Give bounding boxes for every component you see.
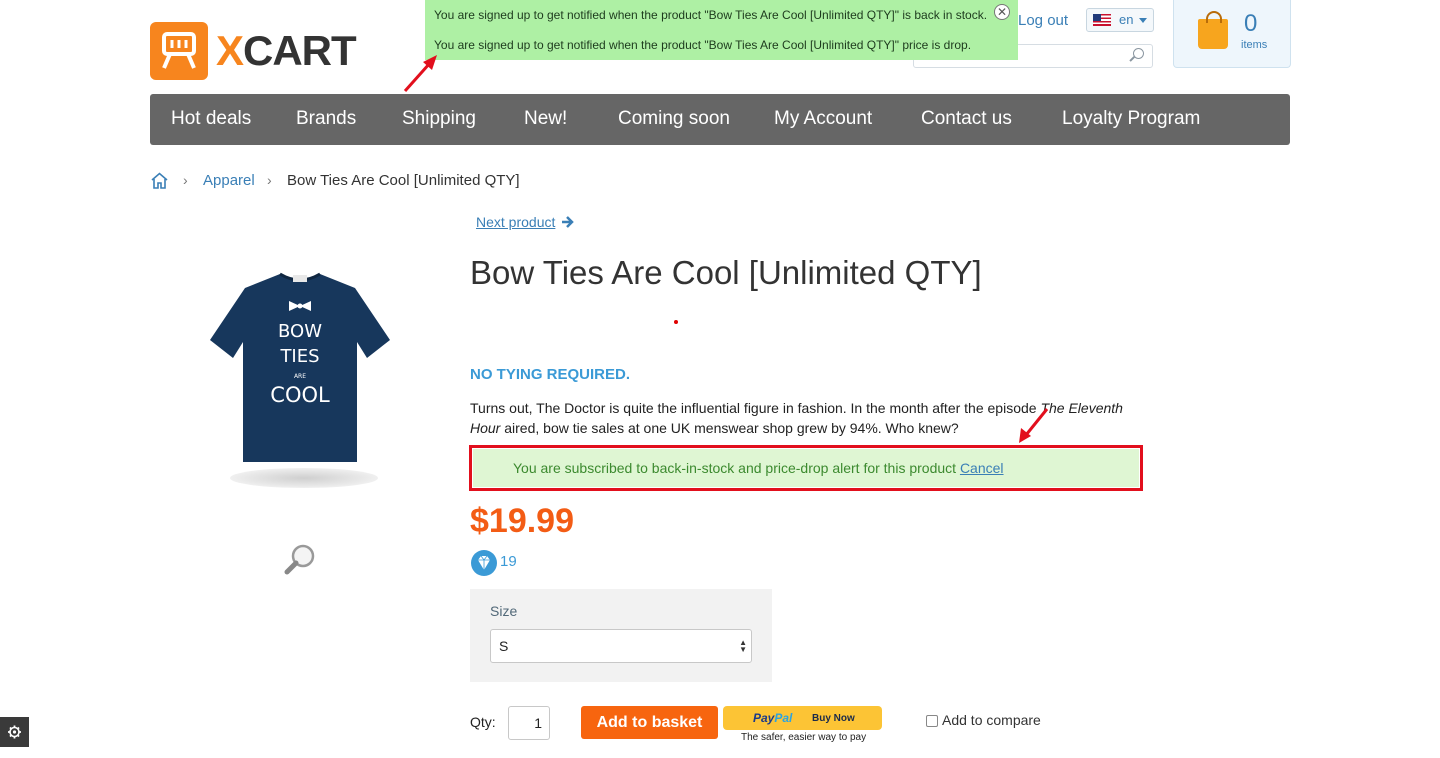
subscription-alert: You are subscribed to back-in-stock and … [473, 449, 1139, 487]
select-arrows-icon: ▲ ▼ [739, 638, 747, 654]
product-tagline: NO TYING REQUIRED. [470, 366, 631, 383]
minicart[interactable]: 0 items [1173, 0, 1291, 68]
cancel-subscription-link[interactable]: Cancel [960, 460, 1004, 476]
paypal-logo-pal: Pal [774, 711, 793, 725]
xcart-logo-icon[interactable] [150, 22, 208, 80]
size-value: S [499, 638, 509, 654]
product-price: $19.99 [470, 502, 574, 540]
paypal-buy-now-label: Buy Now [812, 713, 855, 724]
product-image-shadow [230, 468, 378, 488]
search-icon[interactable] [1133, 48, 1144, 59]
arrow-right-icon[interactable] [560, 214, 574, 230]
nav-item-contact-us[interactable]: Contact us [921, 108, 1012, 130]
home-icon[interactable] [150, 172, 169, 189]
close-icon[interactable]: ✕ [994, 4, 1010, 20]
shirt-text-ties: TIES [279, 346, 319, 367]
logout-link[interactable]: Log out [1018, 12, 1068, 29]
paypal-tagline: The safer, easier way to pay [741, 732, 867, 743]
shirt-text-cool: COOL [270, 383, 330, 407]
paypal-buy-now-button[interactable]: PayPal Buy Now [723, 706, 882, 730]
chevron-down-icon [1139, 18, 1147, 23]
nav-item-new[interactable]: New! [524, 108, 567, 130]
main-navigation: Hot deals Brands Shipping New! Coming so… [150, 94, 1290, 145]
subscription-alert-text: You are subscribed to back-in-stock and … [513, 460, 1004, 476]
zoom-magnifier-icon[interactable] [283, 542, 319, 578]
logo-text-rest: CART [243, 27, 357, 74]
qty-label: Qty: [470, 714, 496, 730]
language-selector[interactable]: en [1086, 8, 1154, 32]
logo-text[interactable]: XCART [216, 26, 357, 76]
breadcrumb-current: Bow Ties Are Cool [Unlimited QTY] [287, 172, 520, 189]
annotation-arrow-to-notification [403, 55, 437, 92]
settings-gear-icon[interactable] [0, 717, 29, 747]
nav-item-loyalty-program[interactable]: Loyalty Program [1062, 108, 1200, 130]
qty-input[interactable]: 1 [508, 706, 550, 740]
description-text-end: aired, bow tie sales at one UK menswear … [500, 420, 959, 436]
marker-dot [674, 320, 678, 324]
breadcrumb-separator: › [183, 172, 188, 188]
subscription-alert-message: You are subscribed to back-in-stock and … [513, 460, 960, 476]
logo-text-x: X [216, 27, 244, 74]
nav-item-my-account[interactable]: My Account [774, 108, 872, 130]
diamond-reward-icon [471, 550, 497, 576]
notification-back-in-stock: You are signed up to get notified when t… [434, 8, 988, 22]
cart-count: 0 [1244, 10, 1258, 37]
breadcrumb-separator: › [267, 172, 272, 188]
us-flag-icon [1093, 14, 1111, 26]
add-to-compare-checkbox[interactable] [926, 715, 938, 727]
breadcrumb-category[interactable]: Apparel [203, 172, 255, 189]
cart-items-label: items [1241, 39, 1268, 51]
nav-item-shipping[interactable]: Shipping [402, 108, 476, 130]
shirt-text-are: ARE [294, 373, 306, 380]
size-label: Size [490, 603, 518, 619]
shirt-text-bow: BOW [278, 321, 322, 342]
notification-price-drop: You are signed up to get notified when t… [434, 38, 972, 52]
shopping-bag-icon [1198, 11, 1228, 49]
product-title: Bow Ties Are Cool [Unlimited QTY] [470, 254, 982, 291]
product-options-panel: Size S ▲ ▼ [470, 589, 772, 682]
product-description: Turns out, The Doctor is quite the influ… [470, 398, 1150, 438]
language-code: en [1119, 12, 1134, 27]
next-product-link[interactable]: Next product [476, 214, 555, 230]
qty-value: 1 [534, 715, 542, 731]
paypal-logo: PayPal [753, 711, 792, 725]
add-to-basket-button[interactable]: Add to basket [581, 706, 718, 739]
notification-banner: You are signed up to get notified when t… [425, 0, 1018, 60]
product-image[interactable]: BOW TIES ARE COOL [205, 270, 395, 470]
paypal-logo-pay: Pay [753, 711, 775, 725]
add-to-compare-label[interactable]: Add to compare [942, 712, 1041, 728]
subscription-alert-highlight: You are subscribed to back-in-stock and … [469, 445, 1143, 491]
nav-item-coming-soon[interactable]: Coming soon [618, 108, 730, 130]
nav-item-brands[interactable]: Brands [296, 108, 356, 130]
reward-points: 19 [500, 553, 517, 570]
nav-item-hot-deals[interactable]: Hot deals [171, 108, 251, 130]
description-text: Turns out, The Doctor is quite the influ… [470, 400, 1041, 416]
size-select[interactable]: S ▲ ▼ [490, 629, 752, 663]
